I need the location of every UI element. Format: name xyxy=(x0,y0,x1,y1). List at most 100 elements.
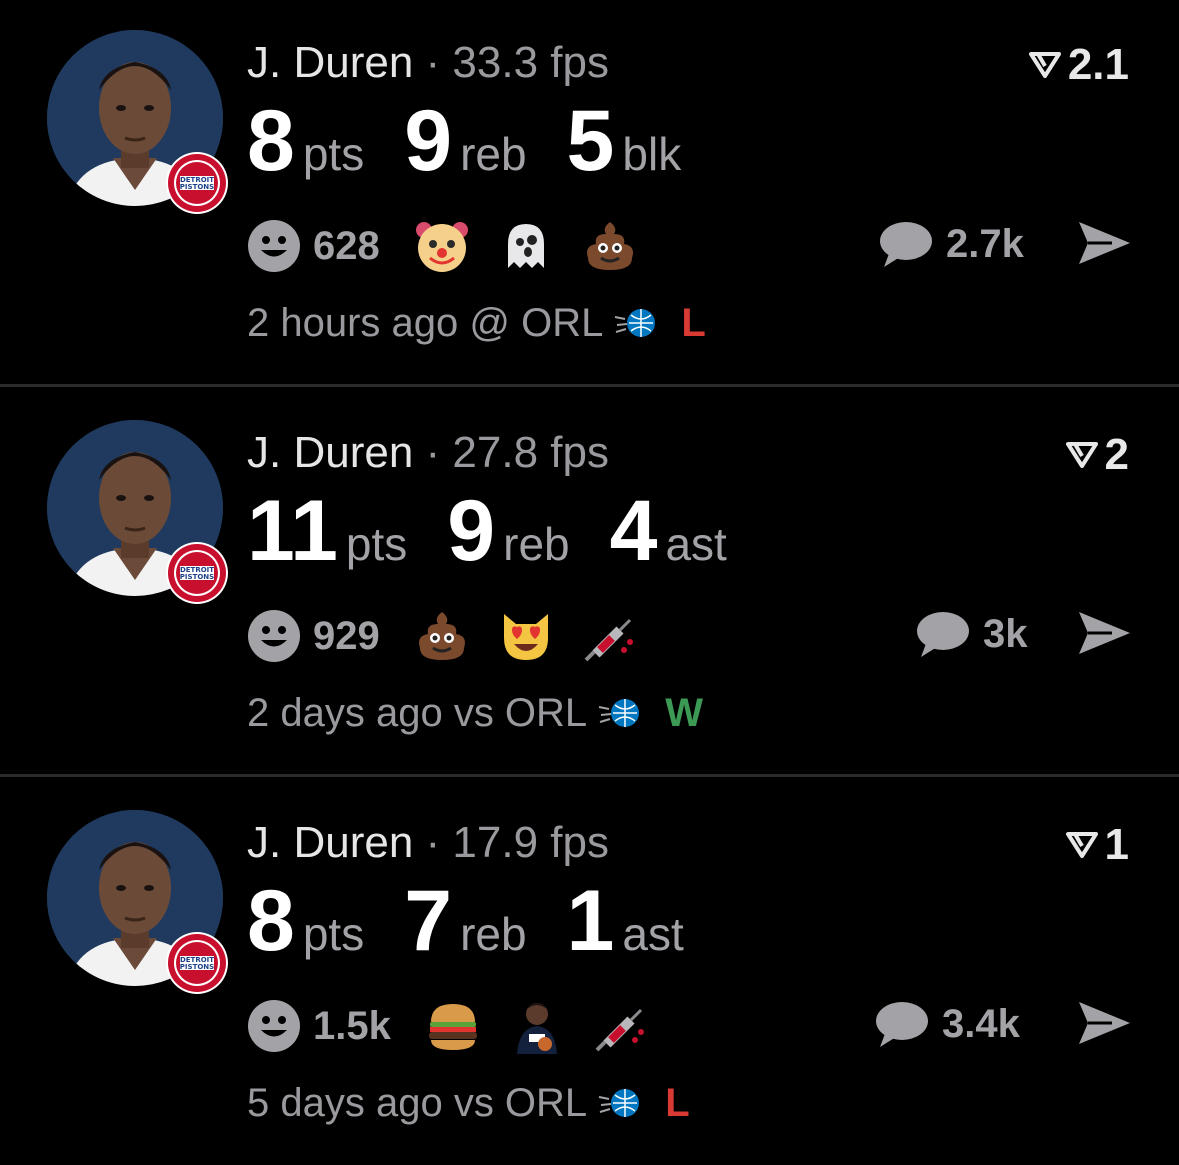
stat-rebounds: 9 reb xyxy=(404,96,526,186)
game-card[interactable]: DETROIT PISTONS J. Duren · 33.3 fps 2.1 … xyxy=(0,0,1179,385)
stat-label: reb xyxy=(460,908,527,960)
team-badge-pistons: DETROIT PISTONS xyxy=(166,932,228,994)
svg-text:PISTONS: PISTONS xyxy=(180,183,214,191)
stat-line: 11 pts 9 reb 4 ast xyxy=(247,486,767,576)
comments-button[interactable]: 2.7k xyxy=(876,216,1024,272)
reaction-count: 929 xyxy=(313,613,380,658)
stat-label: reb xyxy=(460,128,527,180)
game-time-opponent: 2 days ago vs ORL xyxy=(247,691,588,735)
game-card[interactable]: DETROIT PISTONS J. Duren · 17.9 fps 1 8p… xyxy=(0,780,1179,1165)
stat-blocks: 5 blk xyxy=(567,96,682,186)
stat-line: 8 pts 7 reb 1 ast xyxy=(247,876,724,966)
down-triangle-rank-icon xyxy=(1065,832,1098,858)
stat-label: pts xyxy=(302,128,365,180)
reaction-count: 628 xyxy=(313,223,380,268)
orlando-magic-logo xyxy=(598,1089,640,1117)
stat-assists: 1 ast xyxy=(567,876,684,966)
stat-rebounds: 7 reb xyxy=(404,876,526,966)
game-card[interactable]: DETROIT PISTONS J. Duren · 27.8 fps 2 11… xyxy=(0,390,1179,775)
rank-indicator: 1 xyxy=(1065,818,1129,872)
game-result: W xyxy=(665,691,703,735)
heart-eyes-cat-emoji[interactable] xyxy=(498,608,554,664)
stat-label: ast xyxy=(665,518,727,570)
rank-value: 2 xyxy=(1104,430,1129,479)
syringe-emoji[interactable] xyxy=(593,998,649,1054)
game-meta: 2 days ago vs ORL W xyxy=(247,686,703,740)
stat-rebounds: 9 reb xyxy=(447,486,569,576)
stat-assists: 4 ast xyxy=(610,486,727,576)
stat-label: pts xyxy=(345,518,408,570)
rank-value: 2.1 xyxy=(1067,40,1129,89)
poop-emoji[interactable] xyxy=(582,218,638,274)
smiley-icon[interactable] xyxy=(247,219,301,273)
stat-line: 8 pts 9 reb 5 blk xyxy=(247,96,721,186)
game-meta: 2 hours ago @ ORL L xyxy=(247,296,706,350)
syringe-emoji[interactable] xyxy=(582,608,638,664)
stat-label: pts xyxy=(302,908,365,960)
smiley-icon[interactable] xyxy=(247,609,301,663)
send-arrow-icon[interactable] xyxy=(1076,998,1132,1048)
ghost-emoji[interactable] xyxy=(498,218,554,274)
smiley-icon[interactable] xyxy=(247,999,301,1053)
rank-value: 1 xyxy=(1104,820,1129,869)
player-name[interactable]: J. Duren xyxy=(247,428,413,477)
card-header: J. Duren · 17.9 fps xyxy=(247,816,609,870)
comment-count: 2.7k xyxy=(946,221,1024,266)
send-arrow-icon[interactable] xyxy=(1076,218,1132,268)
stat-points: 11 pts xyxy=(247,486,407,576)
player-name[interactable]: J. Duren xyxy=(247,38,413,87)
reactions-row: 628 xyxy=(247,218,666,274)
zion-player-emoji[interactable] xyxy=(509,998,565,1054)
card-divider xyxy=(0,384,1179,387)
card-divider xyxy=(0,774,1179,777)
comments-button[interactable]: 3.4k xyxy=(872,996,1020,1052)
send-arrow-icon[interactable] xyxy=(1076,608,1132,658)
stat-value: 4 xyxy=(609,483,658,579)
orlando-magic-logo xyxy=(615,309,656,337)
separator: · xyxy=(425,38,441,87)
stat-points: 8 pts xyxy=(247,876,364,966)
svg-text:PISTONS: PISTONS xyxy=(180,573,214,581)
stat-points: 8 pts xyxy=(247,96,364,186)
game-time-opponent: 5 days ago vs ORL xyxy=(247,1081,588,1125)
separator: · xyxy=(425,818,441,867)
team-badge-pistons: DETROIT PISTONS xyxy=(166,152,228,214)
game-result: L xyxy=(681,301,706,345)
stat-value: 9 xyxy=(404,93,453,189)
player-name[interactable]: J. Duren xyxy=(247,818,413,867)
stat-value: 11 xyxy=(247,483,338,579)
game-meta: 5 days ago vs ORL L xyxy=(247,1076,690,1130)
poop-emoji[interactable] xyxy=(414,608,470,664)
speech-bubble-icon[interactable] xyxy=(872,999,928,1049)
stat-value: 5 xyxy=(566,93,615,189)
hamburger-emoji[interactable] xyxy=(425,998,481,1054)
game-time-opponent: 2 hours ago @ ORL xyxy=(247,301,604,345)
comment-count: 3k xyxy=(983,611,1028,656)
separator: · xyxy=(425,428,441,477)
stat-value: 7 xyxy=(404,873,453,969)
svg-text:PISTONS: PISTONS xyxy=(180,963,214,971)
stat-value: 1 xyxy=(566,873,615,969)
speech-bubble-icon[interactable] xyxy=(913,609,969,659)
speech-bubble-icon[interactable] xyxy=(876,219,932,269)
reactions-row: 929 xyxy=(247,608,666,664)
reactions-row: 1.5k xyxy=(247,998,677,1054)
down-triangle-rank-icon xyxy=(1028,52,1061,78)
fps-value: 33.3 fps xyxy=(452,38,609,87)
stat-value: 8 xyxy=(247,873,295,969)
stat-label: reb xyxy=(503,518,570,570)
game-result: L xyxy=(665,1081,690,1125)
comments-button[interactable]: 3k xyxy=(913,606,1028,662)
stat-label: ast xyxy=(622,908,684,960)
team-badge-pistons: DETROIT PISTONS xyxy=(166,542,228,604)
rank-indicator: 2 xyxy=(1065,428,1129,482)
reaction-count: 1.5k xyxy=(313,1003,391,1048)
stat-value: 9 xyxy=(447,483,496,579)
clown-emoji[interactable] xyxy=(414,218,470,274)
card-header: J. Duren · 27.8 fps xyxy=(247,426,609,480)
down-triangle-rank-icon xyxy=(1065,442,1098,468)
card-header: J. Duren · 33.3 fps xyxy=(247,36,609,90)
fps-value: 27.8 fps xyxy=(452,428,609,477)
stat-label: blk xyxy=(622,128,682,180)
fps-value: 17.9 fps xyxy=(452,818,609,867)
